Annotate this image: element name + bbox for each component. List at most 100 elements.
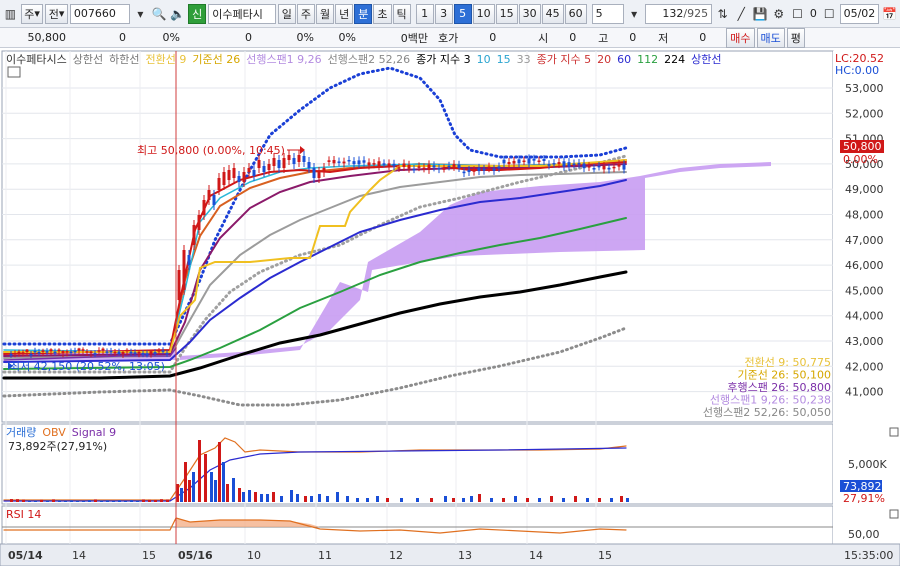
minute-button-2[interactable]: 5 <box>453 3 472 24</box>
volume-bar <box>376 496 379 502</box>
volume-bar <box>70 500 73 502</box>
volume-panel <box>1 423 834 505</box>
save-icon[interactable]: 💾 <box>752 4 769 24</box>
hc-label: HC:0.00 <box>835 64 879 77</box>
legend-item[interactable]: 기준선 26 <box>192 53 240 66</box>
legend-item[interactable]: 112 <box>637 53 658 66</box>
date-input[interactable]: 05/02 <box>839 3 880 24</box>
legend-item[interactable]: 224 <box>664 53 685 66</box>
minute-button-6[interactable]: 45 <box>541 3 564 24</box>
hoga-label: 호가 <box>438 31 459 45</box>
legend-item[interactable]: 종가 지수 5 <box>537 53 591 66</box>
chart-tool-icon[interactable]: ⇅ <box>714 4 731 24</box>
new-badge: 신 <box>188 3 207 24</box>
candle-body <box>21 352 25 354</box>
checkbox-icon[interactable]: ☐ <box>789 4 806 24</box>
period-button-3[interactable]: 년 <box>335 3 354 24</box>
stock-name-field[interactable]: 이수페타시 <box>208 3 276 24</box>
volume-bar <box>226 484 229 502</box>
legend-item[interactable]: 상한선 <box>73 53 103 66</box>
minute-button-1[interactable]: 3 <box>434 3 453 24</box>
volume-bar <box>280 496 283 502</box>
legend-item[interactable]: Signal 9 <box>72 426 116 439</box>
volume-bar <box>204 454 207 502</box>
x-axis-bar <box>0 543 900 566</box>
minute-button-4[interactable]: 15 <box>495 3 518 24</box>
period-button-2[interactable]: 월 <box>316 3 335 24</box>
dropdown-arrow-icon[interactable]: ▾ <box>132 4 149 24</box>
legend-item[interactable]: 거래량 <box>6 426 36 439</box>
low-label: 저 <box>658 31 669 45</box>
price-y-tick: 44,000 <box>845 310 884 323</box>
volume-bar <box>598 498 601 502</box>
calendar-icon[interactable]: 📅 <box>881 4 898 24</box>
legend-item[interactable]: 종가 지수 3 <box>416 53 470 66</box>
period-button-0[interactable]: 일 <box>277 3 296 24</box>
price-y-tick: 48,000 <box>845 209 884 222</box>
search-icon[interactable]: 🔍 <box>151 4 168 24</box>
stock-code-input[interactable]: 007660 <box>69 3 130 24</box>
x-axis-label: 14 <box>529 549 543 562</box>
buy-button[interactable]: 매수 <box>726 27 755 48</box>
sell-button[interactable]: 매도 <box>756 27 785 48</box>
legend-item[interactable]: 33 <box>517 53 531 66</box>
stock-chart[interactable]: 53,00052,00051,00050,00049,00048,00047,0… <box>0 48 900 566</box>
volume-bar <box>192 472 195 502</box>
change-value: 0 <box>119 31 126 44</box>
legend-item[interactable]: OBV <box>42 426 66 439</box>
interval-dropdown-icon[interactable]: ▾ <box>626 4 643 24</box>
open-value: 0 <box>569 31 577 44</box>
candle-body <box>57 349 61 352</box>
gear-icon[interactable]: ⚙ <box>770 4 787 24</box>
period-button-5[interactable]: 초 <box>373 3 392 24</box>
right-legend-item: 선행스팬2 52,26: 50,050 <box>703 406 831 419</box>
legend-item[interactable]: 이수페타시스 <box>6 53 67 66</box>
period-button-4[interactable]: 분 <box>354 3 373 24</box>
legend-item[interactable]: 하한선 <box>109 52 139 66</box>
legend-item[interactable]: 선행스팬2 52,26 <box>328 53 410 66</box>
candle-body <box>512 160 516 164</box>
chart-type-select[interactable]: 전 ▾ <box>45 3 68 24</box>
candle-body <box>257 160 261 168</box>
candle-body <box>302 156 306 162</box>
legend-item[interactable]: 20 <box>597 53 611 66</box>
speaker-icon[interactable]: 🔈 <box>169 4 186 24</box>
period-button-1[interactable]: 주 <box>296 3 315 24</box>
candle-body <box>442 168 446 170</box>
open-label: 시 <box>538 31 549 45</box>
volume-bar <box>254 492 257 502</box>
chart-menu-icon[interactable]: ▥ <box>2 4 19 24</box>
eval-button[interactable]: 평 <box>786 27 805 48</box>
minute-button-3[interactable]: 10 <box>472 3 495 24</box>
candle-body <box>387 163 391 167</box>
candle-body <box>352 161 356 165</box>
volume-bar <box>304 496 307 502</box>
checkbox2-icon[interactable]: ☐ <box>821 4 838 24</box>
interval-input[interactable]: 5 <box>591 3 624 24</box>
minute-button-0[interactable]: 1 <box>415 3 434 24</box>
legend-item[interactable]: 60 <box>617 53 631 66</box>
x-axis-label: 11 <box>318 549 332 562</box>
amount-value: 0백만 <box>400 31 428 45</box>
legend-item[interactable]: 상한선 <box>691 53 721 66</box>
volume-bar <box>296 494 299 502</box>
candle-body <box>37 351 41 354</box>
right-legend-item: 후행스팬 26: 50,800 <box>727 381 831 394</box>
legend-item[interactable]: 전환선 9 <box>145 53 186 66</box>
candle-body <box>222 172 226 185</box>
x-axis-label: 15 <box>142 549 156 562</box>
candle-body <box>517 159 521 164</box>
volume-bar <box>106 500 109 502</box>
candle-body <box>73 350 77 353</box>
line-tool-icon[interactable]: ╱ <box>733 4 750 24</box>
volume-bar <box>100 500 103 502</box>
market-select[interactable]: 주 ▾ <box>20 3 44 24</box>
candle-body <box>247 168 251 172</box>
minute-button-7[interactable]: 60 <box>564 3 587 24</box>
period-button-6[interactable]: 틱 <box>392 3 411 24</box>
legend-item[interactable]: 15 <box>497 53 511 66</box>
legend-item[interactable]: 선행스팬1 9,26 <box>246 53 321 66</box>
minute-button-5[interactable]: 30 <box>518 3 541 24</box>
legend-item[interactable]: 10 <box>477 53 491 66</box>
count-input[interactable]: 132/925 <box>644 3 713 24</box>
